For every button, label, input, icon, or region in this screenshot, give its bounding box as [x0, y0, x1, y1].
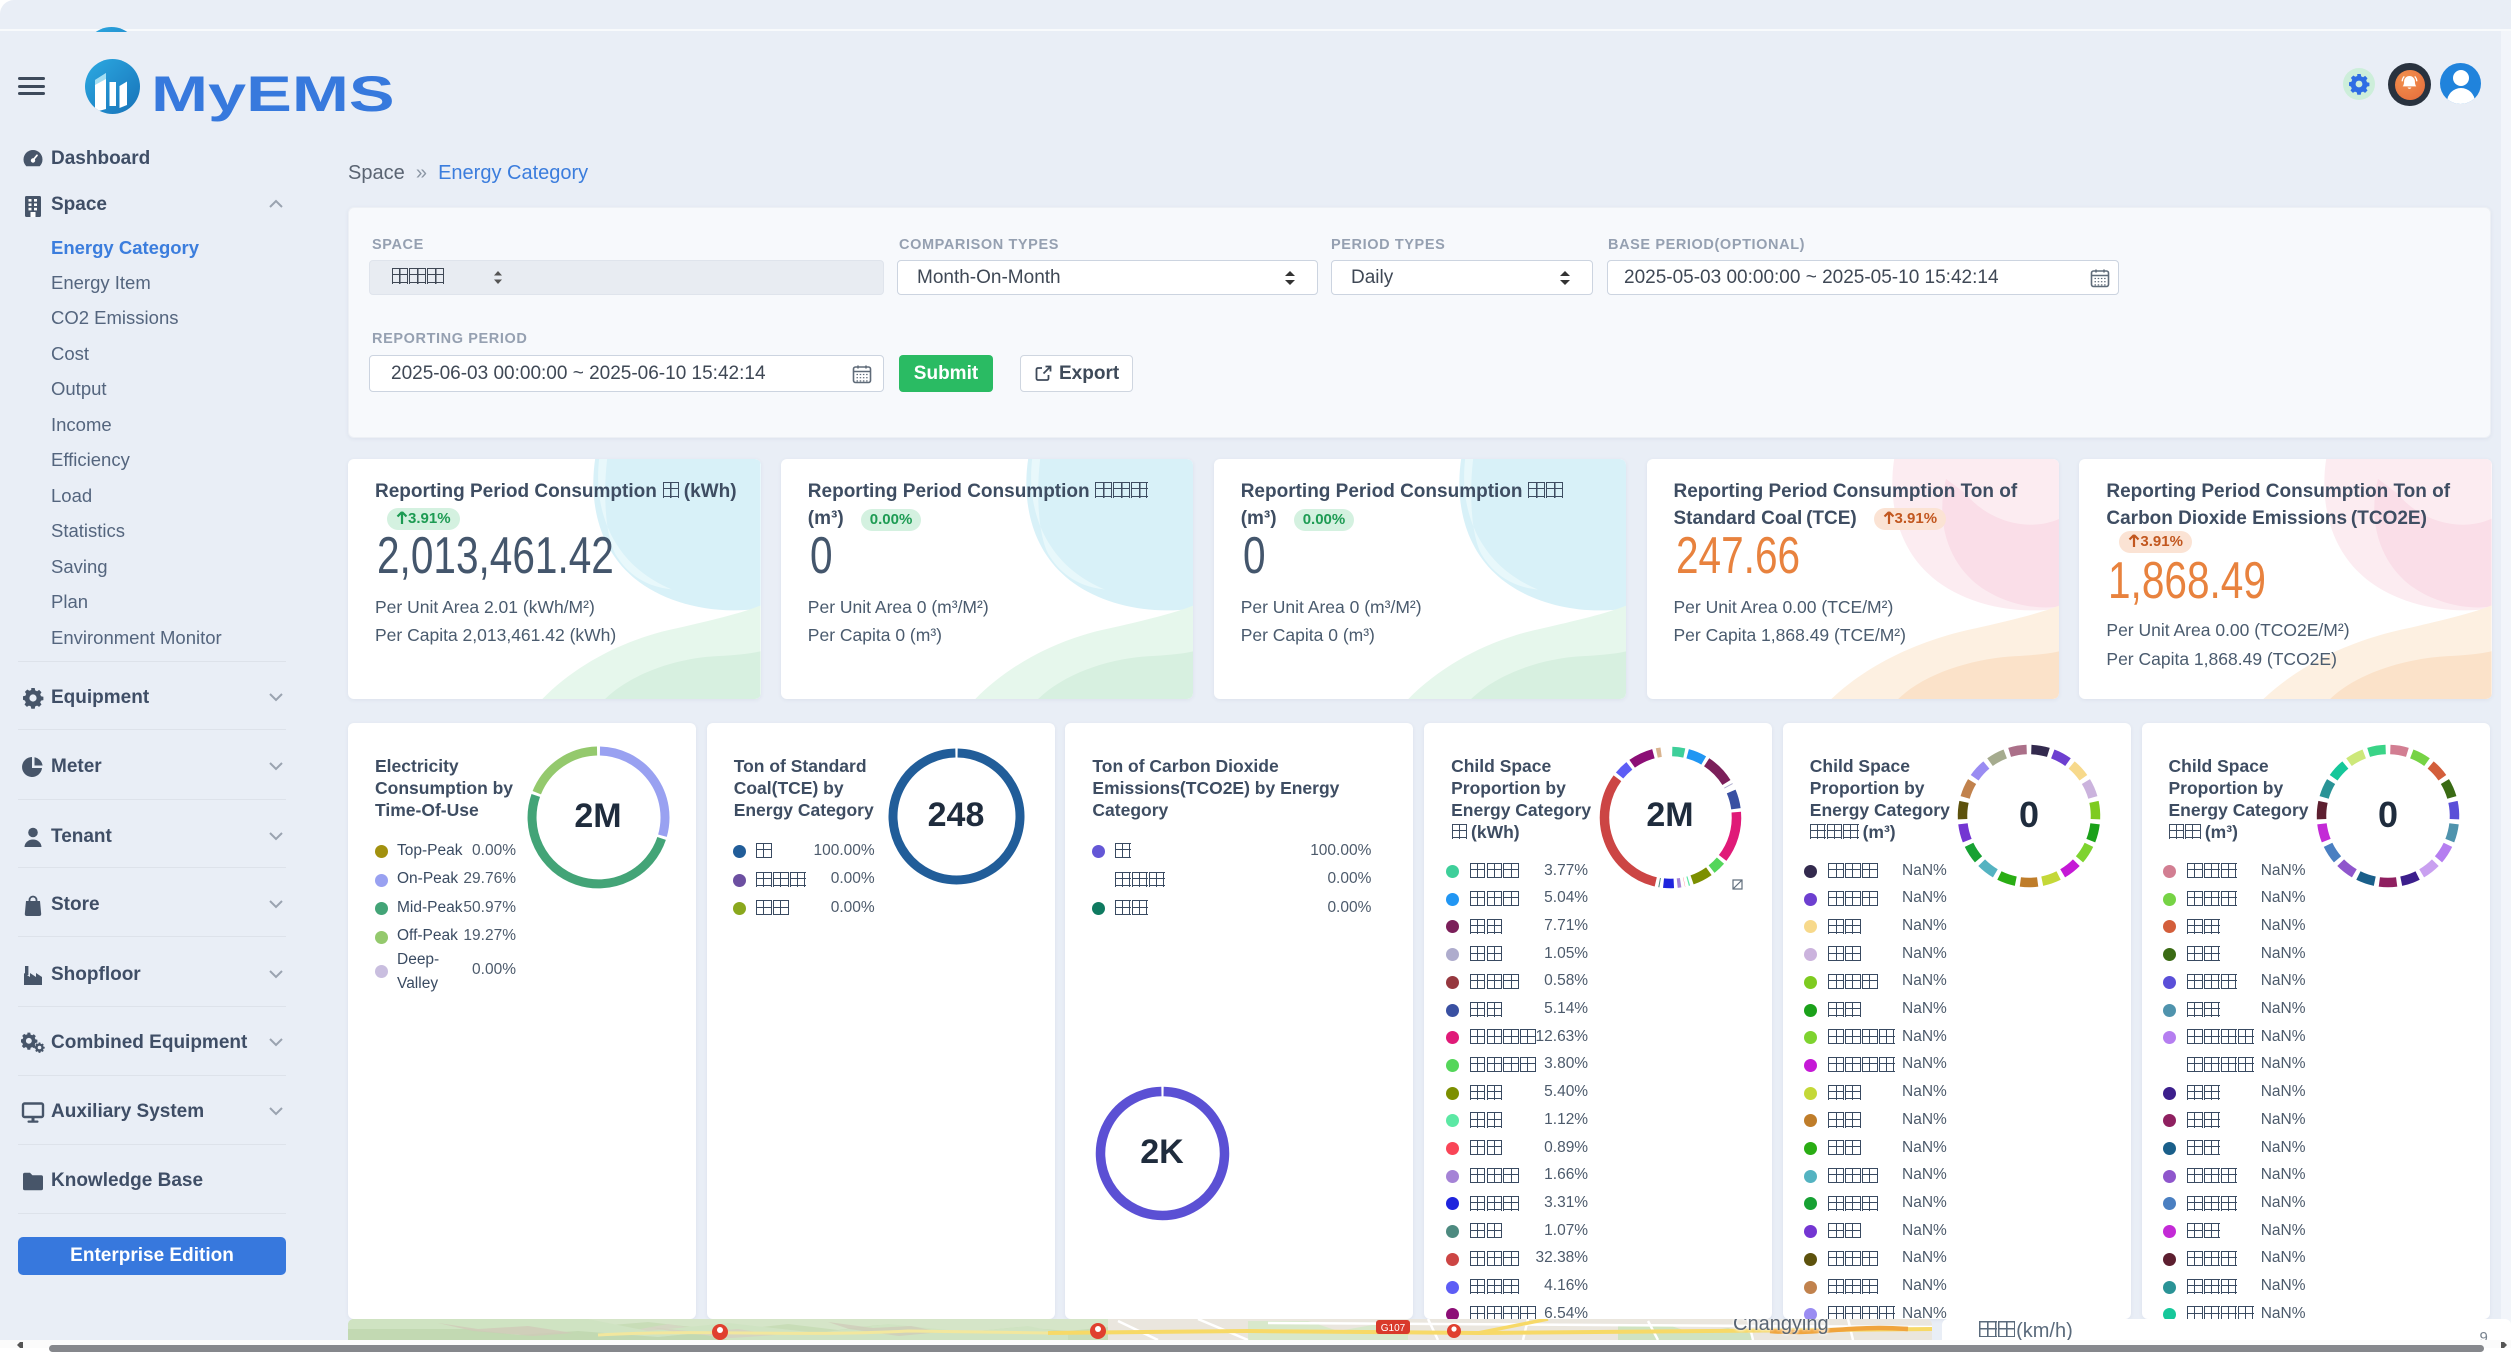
svg-text:G107: G107 — [1381, 1323, 1406, 1334]
